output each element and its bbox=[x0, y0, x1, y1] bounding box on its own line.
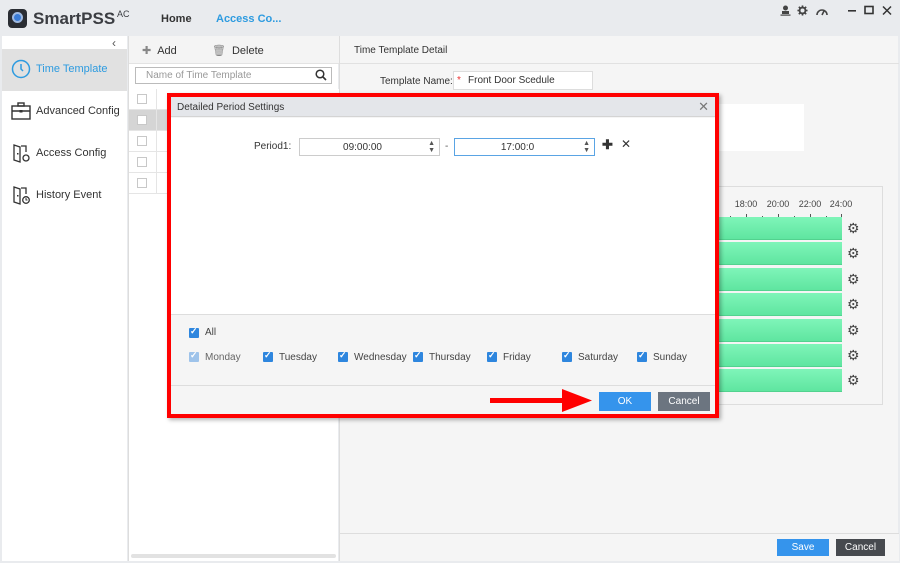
maximize-icon[interactable] bbox=[862, 5, 876, 19]
day-label: Friday bbox=[503, 352, 531, 363]
gear-icon[interactable]: ⚙ bbox=[847, 322, 860, 339]
sidebar-item-label: Access Config bbox=[36, 147, 107, 159]
close-icon[interactable] bbox=[880, 5, 894, 19]
start-time-input[interactable] bbox=[300, 140, 425, 154]
day-label: Wednesday bbox=[354, 352, 407, 363]
minimize-icon[interactable] bbox=[845, 5, 859, 19]
delete-label: Delete bbox=[231, 45, 264, 57]
detailed-period-settings-dialog: Detailed Period Settings ✕ Period1: ▲▼ -… bbox=[167, 93, 719, 418]
dialog-body: Period1: ▲▼ - ▲▼ ✚ ✕ bbox=[171, 118, 715, 315]
search-input[interactable] bbox=[136, 68, 306, 83]
tab-access-control[interactable]: Access Co... bbox=[216, 13, 281, 25]
detail-header: Time Template Detail bbox=[340, 36, 899, 64]
day-label: Thursday bbox=[429, 352, 471, 363]
dialog-title: Detailed Period Settings bbox=[177, 102, 285, 113]
search-icon[interactable] bbox=[315, 69, 327, 84]
tick-label: 18:00 bbox=[734, 199, 758, 209]
sidebar-item-label: Time Template bbox=[36, 63, 108, 75]
app-name: SmartPSS bbox=[33, 9, 116, 28]
performance-icon[interactable] bbox=[815, 5, 829, 19]
tick-label: 22:00 bbox=[798, 199, 822, 209]
door-gear-icon bbox=[13, 144, 30, 163]
end-time-spinner[interactable]: ▲ ▼ bbox=[583, 140, 590, 154]
add-label: Add bbox=[157, 45, 177, 57]
required-marker: * bbox=[457, 75, 461, 86]
detail-footer: Save Cancel bbox=[340, 533, 899, 561]
row-checkbox[interactable] bbox=[137, 136, 147, 146]
annotation-arrow-icon bbox=[490, 389, 592, 412]
row-checkbox[interactable] bbox=[137, 178, 147, 188]
all-label: All bbox=[205, 327, 217, 338]
list-toolbar: ✚ Add 🗑 Delete bbox=[129, 36, 339, 64]
settings-icon[interactable] bbox=[795, 5, 809, 19]
delete-button[interactable]: 🗑 Delete bbox=[212, 44, 264, 57]
dialog-footer: OK Cancel bbox=[171, 385, 715, 414]
sidebar-item-time-template[interactable]: Time Template bbox=[2, 49, 127, 91]
sidebar-item-history-event[interactable]: History Event bbox=[2, 175, 127, 217]
template-name-field: * bbox=[453, 71, 593, 90]
template-search bbox=[135, 67, 332, 84]
sidebar-item-access-config[interactable]: Access Config bbox=[2, 133, 127, 175]
user-icon[interactable] bbox=[778, 5, 792, 19]
end-time-field: ▲▼ bbox=[454, 138, 595, 156]
template-name-input[interactable] bbox=[468, 73, 588, 88]
title-bar: SmartPSS AC Home Access Co... bbox=[0, 0, 900, 36]
sidebar-item-label: History Event bbox=[36, 189, 102, 201]
day-label: Tuesday bbox=[279, 352, 317, 363]
saturday-checkbox[interactable] bbox=[562, 350, 572, 362]
remove-period-icon[interactable]: ✕ bbox=[621, 137, 631, 151]
period-label: Period1: bbox=[254, 141, 292, 152]
plus-icon: ✚ bbox=[142, 45, 152, 57]
sidebar: ‹ Time Template Advanced Config Access C… bbox=[2, 36, 127, 561]
trash-icon: 🗑 bbox=[212, 45, 226, 57]
sidebar-item-label: Advanced Config bbox=[36, 105, 120, 117]
gear-icon[interactable]: ⚙ bbox=[847, 347, 860, 364]
tick-label: 20:00 bbox=[766, 199, 790, 209]
gear-icon[interactable]: ⚙ bbox=[847, 372, 860, 389]
period-separator: - bbox=[445, 141, 449, 152]
start-time-field: ▲▼ bbox=[299, 138, 440, 156]
day-label: Saturday bbox=[578, 352, 619, 363]
template-name-label: Template Name: bbox=[380, 76, 453, 87]
horizontal-scrollbar[interactable] bbox=[131, 554, 336, 558]
tab-home[interactable]: Home bbox=[161, 13, 192, 25]
app-logo-icon bbox=[8, 9, 27, 28]
monday-checkbox[interactable] bbox=[189, 350, 199, 362]
gear-icon[interactable]: ⚙ bbox=[847, 271, 860, 288]
sidebar-item-advanced-config[interactable]: Advanced Config bbox=[2, 91, 127, 133]
row-checkbox[interactable] bbox=[137, 94, 147, 104]
tick-label: 24:00 bbox=[829, 199, 853, 209]
day-label: Monday bbox=[205, 352, 241, 363]
collapse-sidebar-icon[interactable]: ‹ bbox=[112, 36, 116, 50]
detail-cancel-button[interactable]: Cancel bbox=[836, 539, 885, 556]
gear-icon[interactable]: ⚙ bbox=[847, 245, 860, 262]
day-label: Sunday bbox=[653, 352, 687, 363]
end-time-input[interactable] bbox=[455, 140, 580, 154]
gear-icon[interactable]: ⚙ bbox=[847, 220, 860, 237]
ok-button[interactable]: OK bbox=[599, 392, 651, 411]
save-button[interactable]: Save bbox=[777, 539, 829, 556]
thursday-checkbox[interactable] bbox=[413, 350, 423, 362]
all-checkbox[interactable] bbox=[189, 326, 199, 338]
tuesday-checkbox[interactable] bbox=[263, 350, 273, 362]
dialog-header: Detailed Period Settings ✕ bbox=[171, 97, 715, 117]
dialog-close-icon[interactable]: ✕ bbox=[698, 99, 709, 115]
briefcase-icon bbox=[11, 102, 31, 120]
door-clock-icon bbox=[13, 186, 30, 205]
smartpss-window: SmartPSS AC Home Access Co... ‹ Time Tem… bbox=[0, 0, 900, 563]
app-edition: AC bbox=[117, 9, 130, 19]
detail-title: Time Template Detail bbox=[354, 45, 448, 56]
add-period-icon[interactable]: ✚ bbox=[602, 137, 613, 153]
dialog-cancel-button[interactable]: Cancel bbox=[658, 392, 710, 411]
add-button[interactable]: ✚ Add bbox=[142, 44, 177, 57]
gear-icon[interactable]: ⚙ bbox=[847, 296, 860, 313]
row-checkbox[interactable] bbox=[137, 157, 147, 167]
wednesday-checkbox[interactable] bbox=[338, 350, 348, 362]
sunday-checkbox[interactable] bbox=[637, 350, 647, 362]
start-time-spinner[interactable]: ▲ ▼ bbox=[428, 140, 435, 154]
friday-checkbox[interactable] bbox=[487, 350, 497, 362]
row-checkbox[interactable] bbox=[137, 115, 147, 125]
clock-icon bbox=[11, 59, 31, 79]
